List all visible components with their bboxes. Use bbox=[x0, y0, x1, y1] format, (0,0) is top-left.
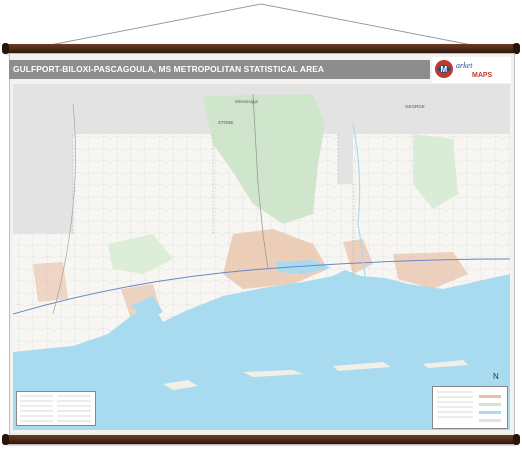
logo-letter: M bbox=[441, 65, 448, 74]
state-label: Mississippi bbox=[235, 100, 259, 105]
map-legend-lines bbox=[437, 391, 501, 422]
logo-graphic: M arket MAPS bbox=[432, 57, 511, 83]
top-rail bbox=[2, 43, 520, 54]
rail-cap-left bbox=[2, 43, 9, 54]
north-arrow-icon: N bbox=[493, 372, 499, 381]
logo-brand-top: arket bbox=[456, 61, 473, 70]
map-legend-box bbox=[432, 386, 508, 429]
county-label-east: GEORGE bbox=[405, 104, 425, 109]
county-label-west: STONE bbox=[218, 120, 234, 125]
rail-cap-left-bottom bbox=[2, 434, 9, 445]
map-graphic bbox=[13, 84, 510, 430]
compass-letter: N bbox=[493, 372, 499, 381]
city-index-lines bbox=[20, 395, 91, 422]
logo-brand-bottom: MAPS bbox=[472, 72, 493, 79]
map-canvas: Mississippi STONE GEORGE bbox=[13, 84, 510, 430]
market-maps-logo: M arket MAPS bbox=[432, 57, 511, 83]
map-title: GULFPORT-BILOXI-PASCAGOULA, MS METROPOLI… bbox=[9, 60, 430, 79]
rail-cap-right-bottom bbox=[513, 434, 520, 445]
bottom-rail bbox=[2, 434, 520, 445]
city-index-box bbox=[16, 391, 96, 426]
urban-picayune bbox=[33, 262, 68, 302]
